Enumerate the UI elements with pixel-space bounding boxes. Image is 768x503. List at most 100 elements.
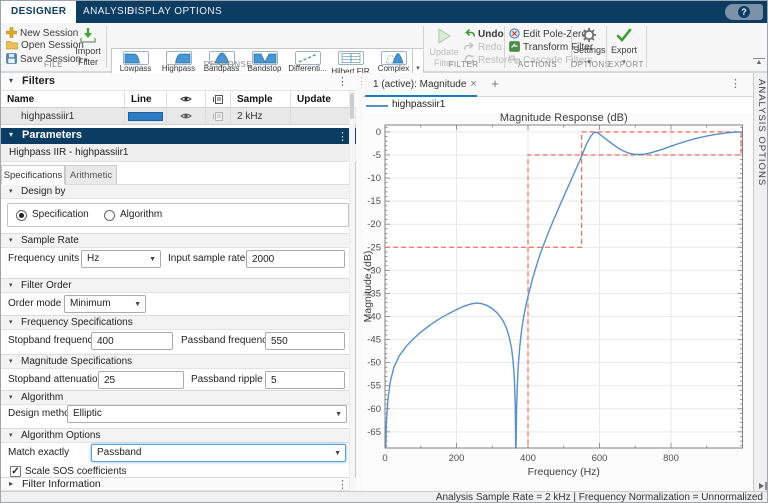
figure-tab-magnitude[interactable]: 1 (active): Magnitude × <box>365 73 477 97</box>
sample-rate-collapse-icon[interactable]: ▾ <box>9 236 13 244</box>
left-panel: ▾ Filters ⋮ Name Line Sample Rate Update… <box>1 73 356 491</box>
complex-lowpass-fir-icon <box>380 51 407 65</box>
algorithm-section-header[interactable]: ▾ Algorithm <box>1 390 349 405</box>
figure-panel: 1 (active): Magnitude × + ⋮ highpassiir1 … <box>362 73 753 491</box>
export-check-icon <box>616 28 632 45</box>
export-section-label: EXPORT <box>608 60 644 69</box>
help-icon: ? <box>738 6 750 18</box>
filters-menu-icon[interactable]: ⋮ <box>337 75 348 88</box>
svg-text:0: 0 <box>376 127 381 138</box>
design-method-dropdown[interactable]: Elliptic ▼ <box>67 405 347 423</box>
status-text: Analysis Sample Rate = 2 kHz | Frequency… <box>435 492 763 503</box>
parameters-menu-icon[interactable]: ⋮ <box>337 130 348 143</box>
filter-sample-rate: 2 kHz <box>231 108 291 125</box>
figure-tab-menu-icon[interactable]: ⋮ <box>730 77 741 90</box>
transform-filter-icon <box>509 41 520 55</box>
frequency-units-dropdown[interactable]: Hz ▼ <box>81 250 161 268</box>
close-tab-icon[interactable]: × <box>470 78 476 90</box>
match-exactly-dropdown[interactable]: Passband ▼ <box>91 444 346 462</box>
algorithm-collapse-icon[interactable]: ▾ <box>9 393 13 401</box>
filters-collapse-icon[interactable]: ▾ <box>9 76 13 85</box>
filter-order-section-header[interactable]: ▾ Filter Order <box>1 278 349 293</box>
new-session-button[interactable]: New Session <box>6 27 78 39</box>
settings-gear-icon <box>581 28 597 45</box>
svg-text:-20: -20 <box>367 219 381 230</box>
response-section-label: RESPONSE <box>203 60 253 69</box>
help-button[interactable]: ? <box>725 4 763 20</box>
stopband-frequency-field[interactable] <box>91 332 173 350</box>
redo-icon <box>464 41 475 55</box>
design-by-section-header[interactable]: ▾ Design by <box>1 184 349 199</box>
dropdown-caret-icon: ▼ <box>149 256 156 263</box>
order-mode-dropdown[interactable]: Minimum ▼ <box>64 295 146 313</box>
col-update-status: Update Status <box>297 94 331 105</box>
parameters-tabs: Specifications Arithmetic <box>1 165 356 185</box>
figure-legend: highpassiir1 <box>363 97 753 113</box>
tab-specifications[interactable]: Specifications <box>1 165 65 185</box>
parameters-collapse-icon[interactable]: ▾ <box>9 130 13 139</box>
col-name: Name <box>1 91 125 108</box>
filter-information-menu-icon[interactable]: ⋮ <box>337 478 348 491</box>
magnitude-specs-collapse-icon[interactable]: ▾ <box>9 357 13 365</box>
line-color-swatch[interactable] <box>128 112 163 121</box>
magnitude-response-chart[interactable]: 0 200 400 600 800 0 -5 -10 -15 -20 -25 -30 -35 -40 -45… <box>362 112 753 491</box>
filter-designer-window: DESIGNER ANALYSIS DISPLAY OPTIONS ? New … <box>0 0 768 503</box>
new-session-icon <box>6 27 17 41</box>
filter-name[interactable]: highpassiir1 <box>1 108 125 125</box>
design-by-collapse-icon[interactable]: ▾ <box>9 187 13 195</box>
legend-label: highpassiir1 <box>392 99 446 110</box>
analysis-options-label: ANALYSIS OPTIONS <box>756 79 767 187</box>
legend-line-sample <box>366 105 388 107</box>
passband-frequency-field[interactable] <box>265 332 345 350</box>
svg-text:200: 200 <box>449 453 465 464</box>
redo-button[interactable]: Redo <box>464 41 502 53</box>
filter-row-highpassiir1[interactable]: highpassiir1 2 kHz <box>1 108 356 125</box>
filter-information-header[interactable]: ▸ Filter Information ⋮ <box>1 477 356 491</box>
new-figure-tab-button[interactable]: + <box>485 73 505 97</box>
match-exactly-label: Match exactly <box>8 447 70 458</box>
import-filter-icon <box>79 28 97 46</box>
dock-panel-icon[interactable] <box>757 478 767 490</box>
stopband-attenuation-field[interactable] <box>98 371 184 389</box>
filter-annotation-toggle[interactable] <box>206 108 231 125</box>
tab-designer[interactable]: DESIGNER <box>1 1 77 23</box>
radio-algorithm[interactable] <box>104 210 115 221</box>
order-mode-label: Order mode <box>8 298 62 309</box>
svg-text:-50: -50 <box>367 358 381 369</box>
tab-display-options[interactable]: DISPLAY OPTIONS <box>117 1 232 23</box>
frequency-specs-section-header[interactable]: ▾ Frequency Specifications <box>1 315 349 330</box>
col-annotation-icon <box>206 91 231 108</box>
sample-rate-section-header[interactable]: ▾ Sample Rate <box>1 233 349 248</box>
undo-button[interactable]: Undo <box>464 28 504 40</box>
options-section-label: OPTIONS <box>571 60 611 69</box>
radio-specification[interactable] <box>16 210 27 221</box>
filter-line-cell[interactable] <box>125 108 167 125</box>
filters-table-header: Name Line Sample Rate Update Status <box>1 91 356 108</box>
ribbon: New Session Open Session Save Session ▾ … <box>1 23 767 82</box>
algorithm-options-collapse-icon[interactable]: ▾ <box>9 431 13 439</box>
edit-pole-zero-icon <box>509 28 520 42</box>
filter-visibility-toggle[interactable] <box>167 108 206 125</box>
svg-text:600: 600 <box>592 453 608 464</box>
left-panel-scrollbar[interactable] <box>349 91 355 491</box>
analysis-options-strip[interactable]: ANALYSIS OPTIONS <box>753 73 767 491</box>
filters-panel-header[interactable]: ▾ Filters ⋮ <box>1 73 356 91</box>
svg-text:Frequency (Hz): Frequency (Hz) <box>528 466 600 478</box>
input-sample-rate-field[interactable] <box>246 250 345 268</box>
filter-information-expand-icon[interactable]: ▸ <box>9 479 13 488</box>
tab-arithmetic[interactable]: Arithmetic <box>65 165 117 185</box>
algorithm-options-section-header[interactable]: ▾ Algorithm Options <box>1 428 349 443</box>
magnitude-specs-section-header[interactable]: ▾ Magnitude Specifications <box>1 354 349 369</box>
parameters-panel-header[interactable]: ▾ Parameters ⋮ <box>1 128 356 144</box>
frequency-specs-collapse-icon[interactable]: ▾ <box>9 318 13 326</box>
design-by-groupbox: Specification Algorithm <box>7 203 349 227</box>
svg-text:800: 800 <box>663 453 679 464</box>
collapse-ribbon-button[interactable]: ▲ <box>753 58 765 67</box>
actions-section-label: ACTIONS <box>517 60 558 69</box>
svg-text:-60: -60 <box>367 404 381 415</box>
passband-ripple-field[interactable] <box>265 371 345 389</box>
panel-splitter[interactable]: ⋮ <box>356 73 366 491</box>
scale-sos-checkbox[interactable]: ✓ <box>10 466 21 477</box>
frequency-units-label: Frequency units <box>8 253 80 264</box>
filter-order-collapse-icon[interactable]: ▾ <box>9 281 13 289</box>
